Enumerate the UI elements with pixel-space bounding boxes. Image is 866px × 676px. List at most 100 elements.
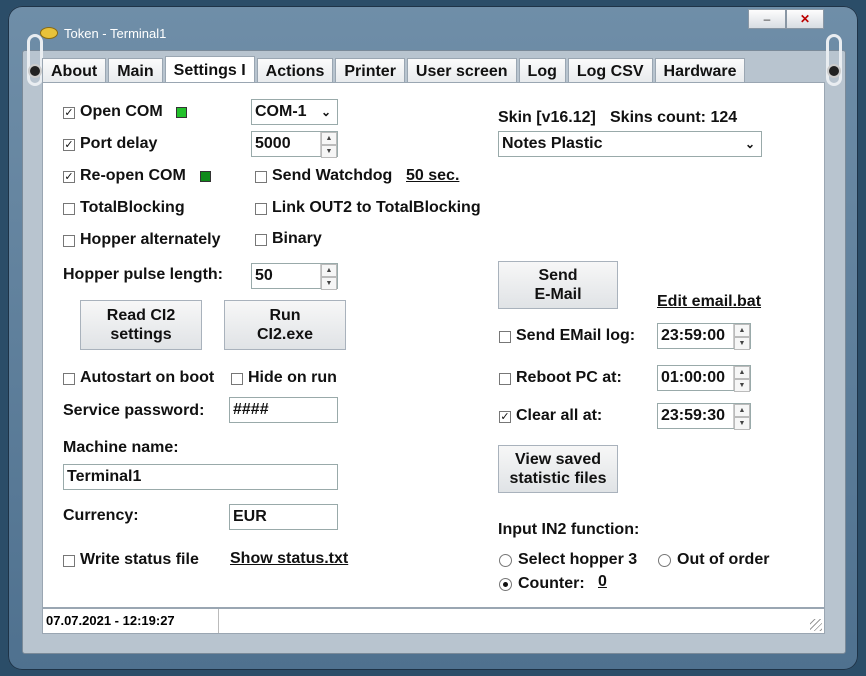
status-datetime: 07.07.2021 - 12:19:27 bbox=[43, 609, 219, 633]
spin-arrows-icon[interactable]: ▲ ▼ bbox=[733, 324, 750, 350]
resize-grip-icon[interactable] bbox=[810, 619, 822, 631]
link-out2-checkbox[interactable] bbox=[255, 203, 267, 215]
port-delay-label: Port delay bbox=[80, 135, 158, 152]
spin-arrows-icon[interactable]: ▲ ▼ bbox=[320, 264, 337, 290]
tab-printer[interactable]: Printer bbox=[335, 58, 405, 84]
currency-input[interactable]: EUR bbox=[229, 504, 338, 530]
currency-value: EUR bbox=[233, 508, 267, 525]
hide-on-run-checkbox[interactable] bbox=[231, 373, 243, 385]
hopper-pulse-input[interactable]: 50 ▲ ▼ bbox=[251, 263, 338, 290]
read-ci2-settings-button[interactable]: Read CI2 settings bbox=[80, 300, 202, 350]
minimize-button[interactable]: – bbox=[748, 9, 786, 29]
settings-panel: ✓ Open COM COM-1 ⌄ ✓ Port delay 5000 ▲ ▼ … bbox=[42, 82, 825, 608]
com-port-value: COM-1 bbox=[255, 103, 307, 120]
clear-all-time-value: 23:59:30 bbox=[661, 407, 726, 424]
status-bar: 07.07.2021 - 12:19:27 bbox=[42, 608, 825, 634]
send-email-log-time-value: 23:59:00 bbox=[661, 327, 726, 344]
autostart-checkbox[interactable] bbox=[63, 373, 75, 385]
binary-checkbox[interactable] bbox=[255, 234, 267, 246]
skin-select[interactable]: Notes Plastic ⌄ bbox=[498, 131, 762, 157]
reopen-com-label: Re-open COM bbox=[80, 167, 186, 184]
edit-email-bat-link[interactable]: Edit email.bat bbox=[657, 293, 761, 311]
link-out2-label: Link OUT2 to TotalBlocking bbox=[272, 199, 481, 216]
write-status-checkbox[interactable] bbox=[63, 555, 75, 567]
window-title: Token - Terminal1 bbox=[64, 25, 167, 41]
input-in2-label: Input IN2 function: bbox=[498, 521, 640, 538]
reopen-com-status-led bbox=[200, 171, 211, 182]
tab-about[interactable]: About bbox=[42, 58, 107, 84]
open-com-status-led bbox=[176, 107, 187, 118]
tab-log-csv[interactable]: Log CSV bbox=[567, 58, 653, 84]
counter-label: Counter: bbox=[518, 575, 585, 592]
binder-hole-right bbox=[827, 64, 841, 78]
counter-radio[interactable] bbox=[499, 578, 512, 591]
reboot-pc-checkbox[interactable] bbox=[499, 373, 511, 385]
clear-all-label: Clear all at: bbox=[516, 407, 603, 424]
port-delay-value: 5000 bbox=[255, 135, 291, 152]
hide-on-run-label: Hide on run bbox=[248, 369, 337, 386]
hopper-pulse-value: 50 bbox=[255, 267, 273, 284]
titlebar: Token - Terminal1 bbox=[40, 22, 166, 44]
select-hopper3-radio[interactable] bbox=[499, 554, 512, 567]
spin-arrows-icon[interactable]: ▲ ▼ bbox=[320, 132, 337, 158]
counter-value-link[interactable]: 0 bbox=[598, 573, 607, 591]
tab-hardware[interactable]: Hardware bbox=[654, 58, 746, 84]
send-email-button[interactable]: Send E-Mail bbox=[498, 261, 618, 309]
binder-hole-left bbox=[28, 64, 42, 78]
write-status-label: Write status file bbox=[80, 551, 199, 568]
port-delay-input[interactable]: 5000 ▲ ▼ bbox=[251, 131, 338, 158]
hopper-pulse-label: Hopper pulse length: bbox=[63, 266, 223, 283]
clear-all-checkbox[interactable]: ✓ bbox=[499, 411, 511, 423]
tab-settings-i[interactable]: Settings I bbox=[164, 56, 255, 85]
currency-label: Currency: bbox=[63, 507, 139, 524]
service-password-value: #### bbox=[233, 401, 269, 418]
machine-name-input[interactable]: Terminal1 bbox=[63, 464, 338, 490]
open-com-checkbox[interactable]: ✓ bbox=[63, 107, 75, 119]
machine-name-label: Machine name: bbox=[63, 439, 179, 456]
total-blocking-checkbox[interactable] bbox=[63, 203, 75, 215]
send-email-log-checkbox[interactable] bbox=[499, 331, 511, 343]
binder-ring-right bbox=[826, 34, 842, 86]
window-controls: – ✕ bbox=[748, 9, 824, 29]
reboot-pc-time[interactable]: 01:00:00 ▲ ▼ bbox=[657, 365, 751, 392]
clear-all-time[interactable]: 23:59:30 ▲ ▼ bbox=[657, 403, 751, 430]
tab-bar: About Main Settings I Actions Printer Us… bbox=[42, 55, 747, 85]
reboot-pc-time-value: 01:00:00 bbox=[661, 369, 726, 386]
reopen-com-checkbox[interactable]: ✓ bbox=[63, 171, 75, 183]
watchdog-interval-link[interactable]: 50 sec. bbox=[406, 167, 459, 185]
send-watchdog-checkbox[interactable] bbox=[255, 171, 267, 183]
out-of-order-label: Out of order bbox=[677, 551, 770, 568]
tab-user-screen[interactable]: User screen bbox=[406, 58, 517, 84]
skin-select-value: Notes Plastic bbox=[502, 135, 603, 152]
machine-name-value: Terminal1 bbox=[67, 468, 142, 485]
com-port-select[interactable]: COM-1 ⌄ bbox=[251, 99, 338, 125]
chevron-down-icon: ⌄ bbox=[744, 137, 755, 151]
run-ci2-button[interactable]: Run CI2.exe bbox=[224, 300, 346, 350]
hopper-alternately-label: Hopper alternately bbox=[80, 231, 221, 248]
reboot-pc-label: Reboot PC at: bbox=[516, 369, 622, 386]
hopper-alternately-checkbox[interactable] bbox=[63, 235, 75, 247]
out-of-order-radio[interactable] bbox=[658, 554, 671, 567]
total-blocking-label: TotalBlocking bbox=[80, 199, 185, 216]
token-coin-icon bbox=[40, 27, 58, 39]
spin-arrows-icon[interactable]: ▲ ▼ bbox=[733, 366, 750, 392]
tab-log[interactable]: Log bbox=[518, 58, 566, 84]
tab-actions[interactable]: Actions bbox=[256, 58, 334, 84]
skin-version-label: Skin [v16.12] bbox=[498, 109, 596, 126]
spin-arrows-icon[interactable]: ▲ ▼ bbox=[733, 404, 750, 430]
view-saved-statistics-button[interactable]: View saved statistic files bbox=[498, 445, 618, 493]
show-status-link[interactable]: Show status.txt bbox=[230, 550, 348, 568]
autostart-label: Autostart on boot bbox=[80, 369, 215, 386]
select-hopper3-label: Select hopper 3 bbox=[518, 551, 638, 568]
service-password-label: Service password: bbox=[63, 402, 205, 419]
open-com-label: Open COM bbox=[80, 103, 163, 120]
binary-label: Binary bbox=[272, 230, 322, 247]
send-email-log-label: Send EMail log: bbox=[516, 327, 636, 344]
send-email-log-time[interactable]: 23:59:00 ▲ ▼ bbox=[657, 323, 751, 350]
skins-count-label: Skins count: 124 bbox=[610, 109, 738, 126]
port-delay-checkbox[interactable]: ✓ bbox=[63, 139, 75, 151]
chevron-down-icon: ⌄ bbox=[320, 105, 331, 119]
close-button[interactable]: ✕ bbox=[786, 9, 824, 29]
tab-main[interactable]: Main bbox=[108, 58, 163, 84]
service-password-input[interactable]: #### bbox=[229, 397, 338, 423]
